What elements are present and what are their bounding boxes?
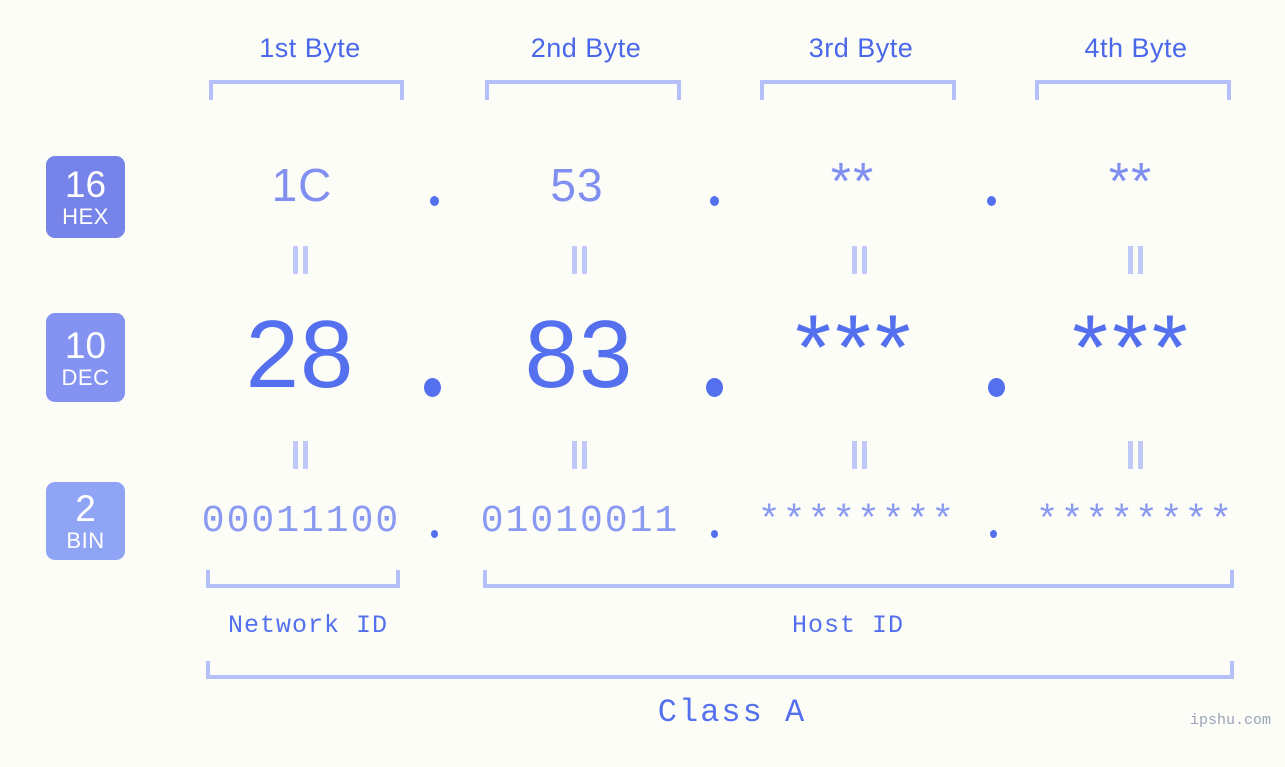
radix-badge-number: 16 [64, 164, 107, 205]
radix-badge-number: 10 [64, 324, 107, 366]
host-id-bracket [483, 570, 1234, 588]
hex-byte-4: ** [1108, 153, 1154, 211]
equals-connector-hex-dec-3 [851, 246, 869, 274]
host-id-label: Host ID [791, 611, 905, 640]
bin-byte-4: ******** [1035, 500, 1235, 543]
byte-header-label-4: 4th Byte [1084, 33, 1188, 63]
hex-byte-3: ** [830, 153, 876, 211]
byte-bracket-1 [209, 80, 404, 100]
radix-badge-hex: 16 HEX [46, 156, 125, 238]
bin-byte-1: 00011100 [201, 500, 401, 543]
dec-byte-4: *** [1072, 297, 1192, 399]
equals-connector-hex-dec-4 [1127, 246, 1145, 274]
byte-bracket-2 [485, 80, 681, 100]
hex-byte-1: 1C [271, 159, 333, 211]
bin-separator-dot-3 [990, 530, 997, 538]
bin-byte-3: ******** [757, 500, 957, 543]
dec-byte-3: *** [795, 297, 915, 399]
radix-badge-name: HEX [62, 204, 109, 229]
equals-connector-dec-bin-3 [851, 441, 869, 469]
network-id-label: Network ID [227, 611, 389, 640]
radix-badge-dec: 10 DEC [46, 313, 125, 402]
class-bracket [206, 661, 1234, 679]
byte-header-label-2: 2nd Byte [530, 33, 642, 63]
equals-connector-dec-bin-4 [1127, 441, 1145, 469]
equals-connector-dec-bin-1 [292, 441, 310, 469]
bin-separator-dot-2 [711, 530, 718, 538]
hex-separator-dot-2 [710, 196, 719, 206]
dec-byte-1: 28 [245, 301, 355, 408]
hex-separator-dot-1 [430, 196, 439, 206]
radix-badge-name: DEC [61, 364, 110, 390]
hex-separator-dot-3 [987, 196, 996, 206]
dec-separator-dot-2 [706, 378, 723, 397]
equals-connector-hex-dec-2 [571, 246, 589, 274]
byte-header-label-1: 1st Byte [259, 33, 361, 63]
equals-connector-hex-dec-1 [292, 246, 310, 274]
dec-separator-dot-1 [424, 378, 441, 397]
bin-byte-2: 01010011 [480, 500, 680, 543]
radix-badge-name: BIN [66, 528, 105, 553]
site-watermark: ipshu.com [1189, 712, 1271, 729]
network-id-bracket [206, 570, 400, 588]
radix-badge-bin: 2 BIN [46, 482, 125, 560]
byte-header-label-3: 3rd Byte [808, 33, 914, 63]
class-label: Class A [657, 694, 807, 731]
byte-bracket-3 [760, 80, 956, 100]
equals-connector-dec-bin-2 [571, 441, 589, 469]
byte-bracket-4 [1035, 80, 1231, 100]
radix-badge-number: 2 [75, 488, 96, 529]
dec-byte-2: 83 [524, 301, 634, 408]
hex-byte-2: 53 [550, 159, 604, 211]
bin-separator-dot-1 [431, 530, 438, 538]
ip-address-breakdown-diagram: 1st Byte 2nd Byte 3rd Byte 4th Byte 16 H… [0, 0, 1285, 767]
dec-separator-dot-3 [988, 378, 1005, 397]
